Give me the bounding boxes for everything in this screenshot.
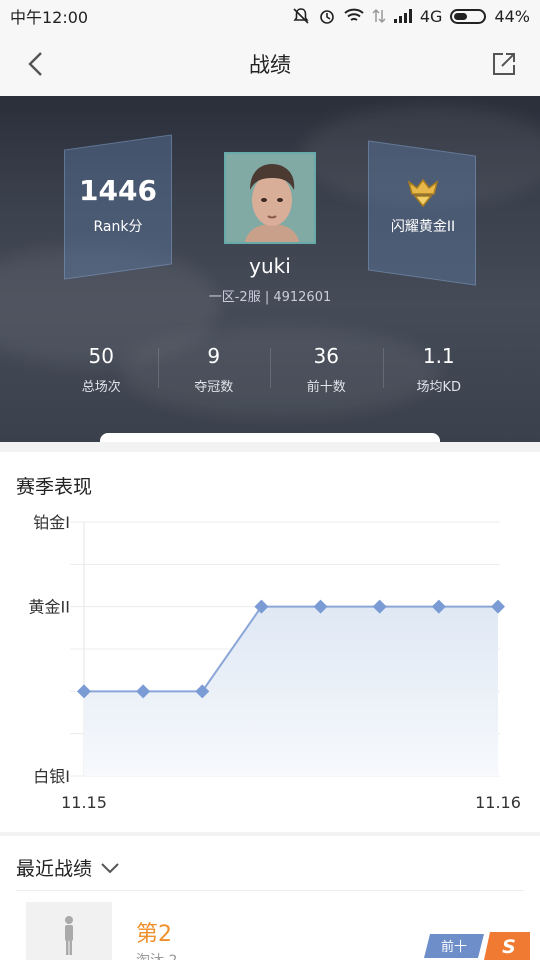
season-section: 赛季表现 白银I 黄金II 铂金I 11.15 11.16 xyxy=(0,452,540,832)
stat-label: 场均KD xyxy=(416,380,462,395)
battery-percent: 44% xyxy=(494,6,530,26)
recent-header[interactable]: 最近战绩 xyxy=(16,854,120,881)
rank-score: 1446 xyxy=(79,174,157,207)
alarm-icon xyxy=(320,10,334,24)
season-chart: 白银I 黄金II 铂金I 11.15 11.16 xyxy=(29,513,521,812)
grade-badge-label: S xyxy=(502,936,516,958)
avatar-portrait xyxy=(226,154,314,242)
y-tick-label: 黄金II xyxy=(29,598,70,617)
match-badges: 前十 S xyxy=(424,932,530,960)
stat-label: 夺冠数 xyxy=(194,380,234,395)
chevron-down-icon xyxy=(101,862,119,873)
stat-top10: 36 前十数 xyxy=(270,336,383,406)
status-time: 中午12:00 xyxy=(10,8,89,27)
stats-row: 50 总场次 9 夺冠数 36 前十数 1.1 场均KD xyxy=(45,336,495,406)
y-tick-label: 铂金I xyxy=(33,513,70,532)
chevron-left-icon xyxy=(28,52,42,76)
x-tick-label: 11.15 xyxy=(61,793,107,812)
share-button[interactable] xyxy=(488,48,520,80)
player-silhouette-icon xyxy=(65,916,73,955)
page-title: 战绩 xyxy=(249,53,291,77)
stat-value: 36 xyxy=(313,344,339,368)
stat-total-matches: 50 总场次 xyxy=(45,336,158,406)
stat-avg-kd: 1.1 场均KD xyxy=(382,336,496,406)
match-thumbnail[interactable] xyxy=(26,902,112,960)
stat-value: 1.1 xyxy=(422,344,455,368)
stat-value: 50 xyxy=(88,344,114,368)
signal-icon xyxy=(393,9,412,23)
battery-icon xyxy=(450,8,487,24)
rank-label: Rank分 xyxy=(93,219,143,235)
section-title: 最近战绩 xyxy=(16,858,93,880)
hero-tab-indicator xyxy=(100,433,440,442)
data-transfer-icon xyxy=(372,8,386,24)
server-info: 一区-2服 | 4912601 xyxy=(208,290,332,305)
x-tick-label: 11.16 xyxy=(475,793,521,812)
top10-badge-label: 前十 xyxy=(441,939,467,955)
username: yuki xyxy=(249,254,291,278)
stat-value: 9 xyxy=(207,344,221,368)
match-eliminations: 淘汰 2 xyxy=(136,950,177,960)
share-icon xyxy=(493,53,515,75)
stat-wins: 9 夺冠数 xyxy=(157,336,271,406)
stat-label: 前十数 xyxy=(306,380,346,395)
gold-tier-emblem-icon xyxy=(407,178,439,208)
y-tick-label: 白银I xyxy=(33,767,70,786)
match-place: 第2 xyxy=(136,922,172,947)
tier-label: 闪耀黄金II xyxy=(390,219,456,235)
nav-bar: 战绩 xyxy=(0,32,540,96)
status-bar: 中午12:00 4G 44% xyxy=(0,0,540,32)
profile-hero: 1446 Rank分 闪耀黄金II yuki 一区-2服 | 4912601 5… xyxy=(0,96,540,442)
wifi-icon xyxy=(344,8,364,21)
mute-bell-icon xyxy=(293,8,309,24)
divider xyxy=(16,890,524,891)
avatar[interactable] xyxy=(224,152,316,244)
network-type: 4G xyxy=(419,6,443,26)
stat-label: 总场次 xyxy=(81,380,121,395)
back-button[interactable] xyxy=(20,48,52,80)
